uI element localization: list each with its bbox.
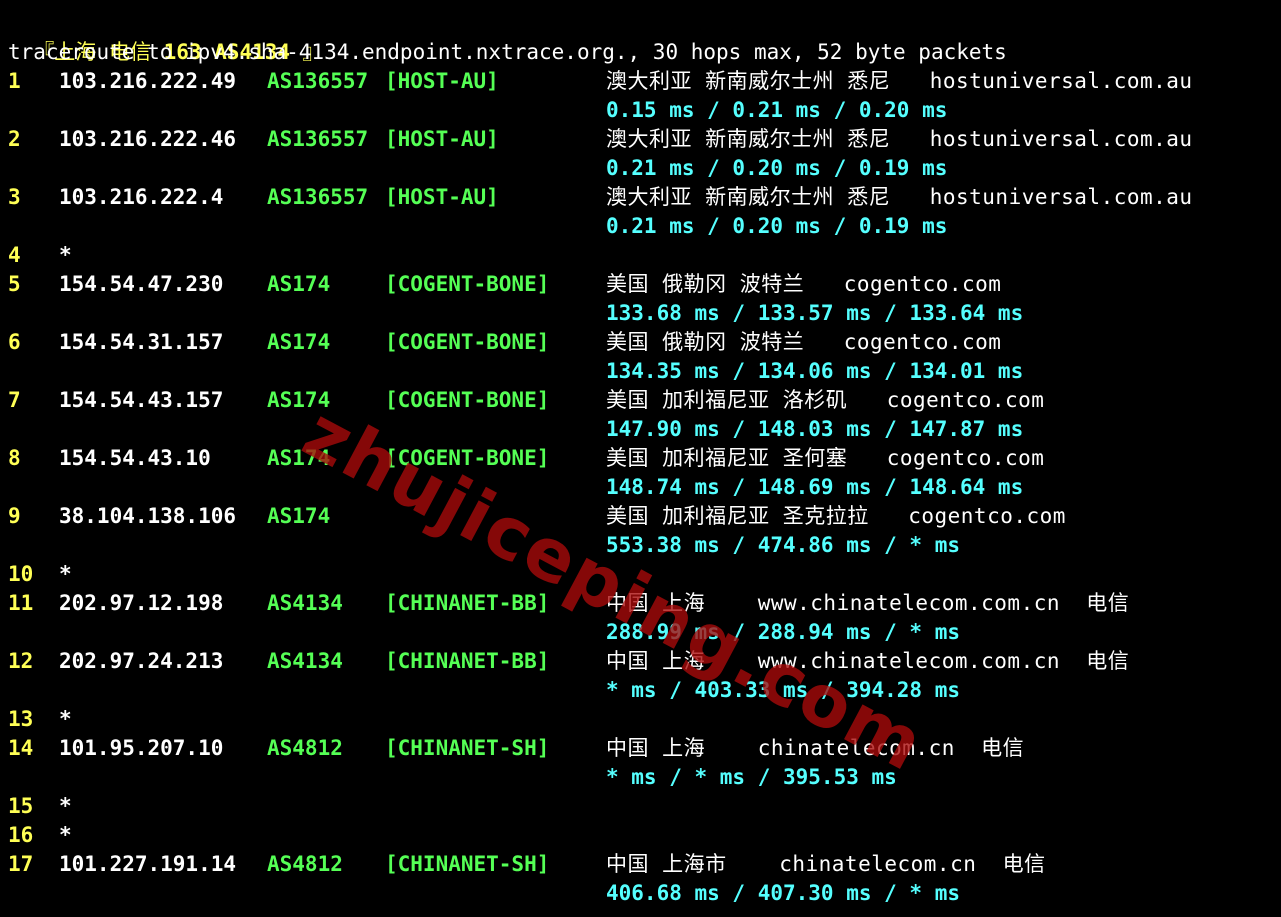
hop-number: 4 bbox=[8, 243, 21, 267]
hop-ip: 103.216.222.4 bbox=[59, 185, 224, 209]
hop-number: 17 bbox=[8, 852, 34, 876]
hop-rtt: 553.38 ms / 474.86 ms / * ms bbox=[606, 533, 961, 557]
hop-network-tag: [HOST-AU] bbox=[385, 69, 499, 93]
hop-asn: AS4812 bbox=[267, 736, 343, 760]
hop-geo: 美国 俄勒冈 波特兰 cogentco.com bbox=[606, 272, 1002, 296]
hop-ip: 38.104.138.106 bbox=[59, 504, 237, 528]
hop-rtt: 406.68 ms / 407.30 ms / * ms bbox=[606, 881, 961, 905]
hop-asn: AS174 bbox=[267, 272, 331, 296]
hop-geo: 美国 加利福尼亚 圣克拉拉 cogentco.com bbox=[606, 504, 1066, 528]
hop-asn: AS174 bbox=[267, 446, 331, 470]
hop-number: 14 bbox=[8, 736, 34, 760]
hop-network-tag: [COGENT-BONE] bbox=[385, 388, 550, 412]
traceroute-command: traceroute to ipv4.sha-4134.endpoint.nxt… bbox=[8, 40, 1007, 64]
hop-rtt: 0.21 ms / 0.20 ms / 0.19 ms bbox=[606, 214, 948, 238]
hop-rtt: 134.35 ms / 134.06 ms / 134.01 ms bbox=[606, 359, 1024, 383]
hop-ip: 154.54.31.157 bbox=[59, 330, 224, 354]
hop-geo: 美国 俄勒冈 波特兰 cogentco.com bbox=[606, 330, 1002, 354]
hop-ip: 202.97.24.213 bbox=[59, 649, 224, 673]
hop-geo: 中国 上海 www.chinatelecom.com.cn 电信 bbox=[606, 591, 1130, 615]
hop-number: 13 bbox=[8, 707, 34, 731]
hop-ip: 101.227.191.14 bbox=[59, 852, 237, 876]
hop-asn: AS136557 bbox=[267, 185, 369, 209]
hop-timeout-star: * bbox=[59, 562, 72, 586]
hop-timeout-star: * bbox=[59, 243, 72, 267]
trace-title: 『上海 电信 163 AS4134 』 bbox=[8, 9, 323, 64]
hop-geo: 澳大利亚 新南威尔士州 悉尼 hostuniversal.com.au bbox=[606, 69, 1193, 93]
hop-asn: AS4134 bbox=[267, 591, 343, 615]
hop-ip: 103.216.222.46 bbox=[59, 127, 237, 151]
hop-number: 1 bbox=[8, 69, 21, 93]
hop-geo: 澳大利亚 新南威尔士州 悉尼 hostuniversal.com.au bbox=[606, 185, 1193, 209]
hop-number: 16 bbox=[8, 823, 34, 847]
hop-number: 6 bbox=[8, 330, 21, 354]
hop-ip: 154.54.43.10 bbox=[59, 446, 211, 470]
hop-number: 15 bbox=[8, 794, 34, 818]
hop-number: 7 bbox=[8, 388, 21, 412]
hop-number: 2 bbox=[8, 127, 21, 151]
hop-geo: 中国 上海市 chinatelecom.cn 电信 bbox=[606, 852, 1046, 876]
hop-ip: 101.95.207.10 bbox=[59, 736, 224, 760]
hop-asn: AS4812 bbox=[267, 852, 343, 876]
hop-rtt: * ms / 403.33 ms / 394.28 ms bbox=[606, 678, 961, 702]
hop-timeout-star: * bbox=[59, 794, 72, 818]
hop-rtt: 148.74 ms / 148.69 ms / 148.64 ms bbox=[606, 475, 1024, 499]
hop-network-tag: [HOST-AU] bbox=[385, 185, 499, 209]
hop-asn: AS4134 bbox=[267, 649, 343, 673]
hop-number: 11 bbox=[8, 591, 34, 615]
hop-timeout-star: * bbox=[59, 707, 72, 731]
hop-number: 5 bbox=[8, 272, 21, 296]
hop-network-tag: [HOST-AU] bbox=[385, 127, 499, 151]
hop-network-tag: [CHINANET-BB] bbox=[385, 649, 550, 673]
hop-ip: 202.97.12.198 bbox=[59, 591, 224, 615]
hop-number: 12 bbox=[8, 649, 34, 673]
hop-rtt: 288.99 ms / 288.94 ms / * ms bbox=[606, 620, 961, 644]
hop-asn: AS174 bbox=[267, 330, 331, 354]
hop-asn: AS174 bbox=[267, 388, 331, 412]
hop-asn: AS136557 bbox=[267, 69, 369, 93]
hop-geo: 美国 加利福尼亚 洛杉矶 cogentco.com bbox=[606, 388, 1045, 412]
hop-ip: 154.54.47.230 bbox=[59, 272, 224, 296]
hop-rtt: 0.15 ms / 0.21 ms / 0.20 ms bbox=[606, 98, 948, 122]
hop-number: 10 bbox=[8, 562, 34, 586]
hop-network-tag: [CHINANET-BB] bbox=[385, 591, 550, 615]
hop-geo: 中国 上海 chinatelecom.cn 电信 bbox=[606, 736, 1025, 760]
hop-rtt: * ms / * ms / 395.53 ms bbox=[606, 765, 897, 789]
hop-network-tag: [CHINANET-SH] bbox=[385, 736, 550, 760]
hop-geo: 美国 加利福尼亚 圣何塞 cogentco.com bbox=[606, 446, 1045, 470]
hop-geo: 中国 上海 www.chinatelecom.com.cn 电信 bbox=[606, 649, 1130, 673]
hop-asn: AS174 bbox=[267, 504, 331, 528]
hop-network-tag: [CHINANET-SH] bbox=[385, 852, 550, 876]
hop-ip: 154.54.43.157 bbox=[59, 388, 224, 412]
hop-network-tag: [COGENT-BONE] bbox=[385, 330, 550, 354]
hop-timeout-star: * bbox=[59, 823, 72, 847]
hop-geo: 澳大利亚 新南威尔士州 悉尼 hostuniversal.com.au bbox=[606, 127, 1193, 151]
hop-rtt: 147.90 ms / 148.03 ms / 147.87 ms bbox=[606, 417, 1024, 441]
hop-ip: 103.216.222.49 bbox=[59, 69, 237, 93]
hop-number: 8 bbox=[8, 446, 21, 470]
hop-rtt: 0.21 ms / 0.20 ms / 0.19 ms bbox=[606, 156, 948, 180]
hop-network-tag: [COGENT-BONE] bbox=[385, 272, 550, 296]
hop-number: 3 bbox=[8, 185, 21, 209]
hop-rtt: 133.68 ms / 133.57 ms / 133.64 ms bbox=[606, 301, 1024, 325]
hop-asn: AS136557 bbox=[267, 127, 369, 151]
hop-number: 9 bbox=[8, 504, 21, 528]
hop-network-tag: [COGENT-BONE] bbox=[385, 446, 550, 470]
